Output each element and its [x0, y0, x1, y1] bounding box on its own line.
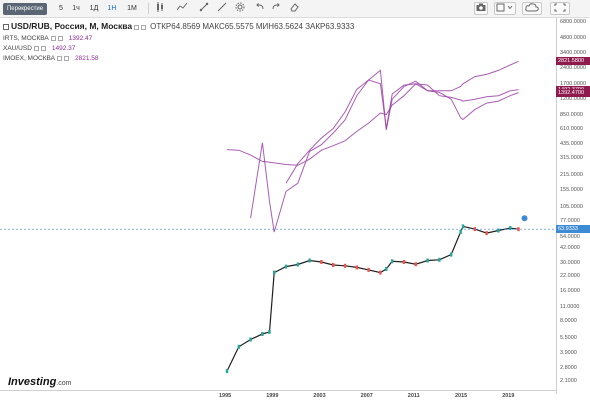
price-tick-label: 850.0000: [560, 111, 583, 118]
price-tick-label: 6800.0000: [560, 19, 586, 26]
price-tick-label: 77.0000: [560, 217, 580, 224]
price-tag: 2821.5800: [556, 57, 590, 66]
usdrub-candle: [284, 264, 288, 269]
usdrub-candle: [426, 258, 429, 263]
usdrub-candle: [261, 332, 264, 336]
time-tick-label: 2015: [455, 393, 468, 399]
time-tick-label: 2011: [407, 393, 420, 399]
usdrub-candle: [438, 257, 441, 262]
price-tick-label: 105.0000: [560, 204, 583, 211]
event-marker-icon[interactable]: [521, 215, 528, 222]
usdrub-candle: [355, 265, 358, 270]
usdrub-candle: [379, 270, 382, 275]
usdrub-candle: [414, 262, 417, 267]
price-tick-label: 5.5000: [560, 334, 577, 341]
price-tick-label: 11.0000: [560, 304, 580, 311]
usdrub-candle: [296, 262, 299, 267]
price-tick-label: 2.1000: [560, 377, 577, 384]
time-tick-label: 2019: [502, 393, 515, 399]
time-tick-label: 1995: [219, 393, 232, 399]
price-tick-label: 54.0000: [560, 233, 580, 240]
usdrub-candle: [391, 259, 394, 264]
usdrub-candle: [459, 230, 462, 234]
price-tag: 1392.4700: [556, 88, 590, 97]
usdrub-candle: [485, 231, 488, 236]
price-tick-label: 2400.0000: [560, 65, 586, 72]
usdrub-candle: [237, 344, 240, 349]
price-tick-label: 315.0000: [560, 155, 583, 162]
price-tick-label: 2.8000: [560, 364, 577, 371]
usdrub-candle: [273, 270, 276, 275]
chart-plot-area[interactable]: [0, 0, 556, 390]
price-tick-label: 435.0000: [560, 141, 583, 148]
overlay-line-imoex-: [285, 60, 519, 184]
usdrub-candle: [402, 260, 406, 264]
usdrub-candle: [450, 252, 453, 257]
usdrub-candle: [308, 258, 311, 263]
usdrub-candle: [461, 224, 465, 229]
overlay-line-irts-: [250, 69, 519, 233]
price-tick-label: 155.0000: [560, 186, 583, 193]
price-tick-label: 22.0000: [560, 273, 580, 280]
price-tick-label: 30.0000: [560, 259, 580, 266]
usdrub-candle: [320, 260, 323, 264]
usdrub-line: [226, 225, 519, 372]
price-tick-label: 610.0000: [560, 126, 583, 133]
price-tick-label: 1200.0000: [560, 96, 586, 103]
price-tick-label: 215.0000: [560, 172, 583, 179]
investing-logo: Investing.com: [8, 376, 72, 388]
overlay-line-xau-usd: [226, 83, 519, 166]
time-tick-label: 1999: [266, 393, 279, 399]
usdrub-candle: [367, 267, 370, 272]
usdrub-candle: [225, 369, 229, 374]
usdrub-candle: [343, 263, 347, 268]
price-tick-label: 4800.0000: [560, 34, 586, 41]
time-tick-label: 2003: [313, 393, 326, 399]
price-tag: 63.9333: [556, 225, 590, 234]
price-tick-label: 8.0000: [560, 318, 577, 325]
usdrub-candle: [332, 263, 335, 267]
price-axis[interactable]: 6800.0000 4800.0000 3400.0000 2400.0000 1700…: [556, 18, 590, 394]
price-tick-label: 42.0000: [560, 244, 580, 251]
price-tick-label: 3.9000: [560, 350, 577, 357]
price-tick-label: 16.0000: [560, 287, 580, 294]
price-tick-label: 3400.0000: [560, 50, 586, 57]
time-tick-label: 2007: [360, 393, 373, 399]
usdrub-candle: [385, 267, 388, 271]
usdrub-candle: [268, 329, 271, 334]
usdrub-candle: [249, 337, 252, 342]
